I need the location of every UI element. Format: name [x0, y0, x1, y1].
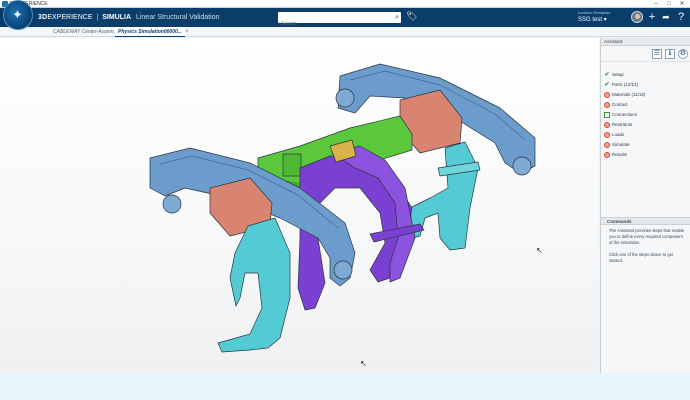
step-label: Simulate — [612, 142, 630, 147]
step-restraints[interactable]: Restraints — [601, 120, 690, 130]
close-window-button[interactable]: ✕ — [677, 0, 687, 8]
pulley-back-left — [335, 88, 355, 108]
step-label: Materials (11/12) — [612, 92, 646, 97]
warning-icon — [604, 102, 610, 108]
user-info[interactable]: Lorenzo Pomposo SSG test ▾ — [578, 10, 628, 23]
check-icon: ✔ — [604, 82, 610, 88]
step-label: Contact — [612, 102, 628, 107]
user-name: Lorenzo Pomposo — [578, 10, 611, 15]
brand-separator: | — [96, 14, 99, 21]
app-brand: 3DEXPERIENCE | SIMULIA Linear Structural… — [38, 8, 219, 27]
pulley-front-right — [333, 260, 353, 280]
pulley-back-right — [512, 156, 532, 176]
os-titlebar: 3DEXPERIENCE – □ ✕ — [0, 0, 690, 8]
tabs-bar: CABLEWAY Center-Assem... Physics Simulat… — [0, 27, 690, 37]
brand-experience: EXPERIENCE — [47, 14, 93, 21]
warning-icon — [604, 142, 610, 148]
info-icon[interactable]: ℹ — [665, 49, 675, 59]
step-contact[interactable]: Contact — [601, 100, 690, 110]
tab-cableway-assembly[interactable]: CABLEWAY Center-Assem... — [50, 27, 121, 37]
step-setup[interactable]: ✔ Setup — [601, 70, 690, 80]
step-results[interactable]: Results — [601, 150, 690, 160]
step-label: Connections — [612, 112, 638, 117]
step-label: Restraints — [612, 122, 633, 127]
maximize-button[interactable]: □ — [664, 0, 674, 8]
step-materials[interactable]: Materials (11/12) — [601, 90, 690, 100]
compass-mark-icon: ✦ — [12, 7, 23, 22]
commands-text: The Assistant provides steps that enable… — [609, 228, 687, 270]
brand-3d: 3D — [38, 14, 48, 21]
pulley-front-left — [162, 194, 182, 214]
tab-physics-simulation[interactable]: Physics Simulation00000... — [115, 27, 185, 37]
tag-icon[interactable]: 🏷︎ — [406, 11, 417, 22]
3d-viewport[interactable]: ↖ ↖ — [0, 38, 599, 373]
add-icon[interactable]: + — [646, 9, 658, 26]
step-connections[interactable]: Connections — [601, 110, 690, 120]
minimize-button[interactable]: – — [651, 0, 661, 8]
tab-close-icon[interactable]: × — [185, 27, 189, 37]
step-simulate[interactable]: Simulate — [601, 140, 690, 150]
brand-app: SIMULIA — [102, 14, 131, 21]
warning-icon — [604, 132, 610, 138]
cyan-leg-back — [409, 141, 479, 251]
avatar[interactable] — [631, 11, 643, 23]
warning-icon — [604, 152, 610, 158]
check-icon: ✔ — [604, 72, 610, 78]
compass-icon[interactable]: ✦ — [3, 0, 33, 30]
cursor-icon: ↖ — [360, 359, 367, 368]
warning-icon — [604, 122, 610, 128]
empty-square-icon — [604, 112, 610, 118]
collab-space-selector[interactable]: SSG test ▾ — [578, 16, 628, 23]
step-loads[interactable]: Loads — [601, 130, 690, 140]
panel-title: Assistant — [601, 38, 690, 46]
step-label: Setup — [612, 72, 624, 77]
commands-paragraph: The Assistant provides steps that enable… — [609, 228, 685, 245]
search-icon[interactable]: ⌕ — [395, 13, 399, 22]
warning-icon — [604, 92, 610, 98]
step-label: Parts (12/12) — [612, 82, 639, 87]
list-view-icon[interactable]: ☰ — [652, 49, 662, 59]
panel-toolbar: ☰ ℹ ⚙ — [601, 46, 690, 62]
step-label: Results — [612, 152, 628, 157]
step-label: Loads — [612, 132, 625, 137]
assistant-steps: ✔ Setup ✔ Parts (12/12) Materials (11/12) … — [601, 62, 690, 160]
commands-header: Commands — [601, 217, 690, 225]
settings-icon[interactable]: ⚙ — [678, 49, 688, 59]
cursor-icon: ↖ — [536, 246, 543, 255]
cyan-leg-front — [217, 217, 291, 353]
step-parts[interactable]: ✔ Parts (12/12) — [601, 80, 690, 90]
cableway-model — [149, 63, 536, 353]
help-icon[interactable]: ? — [675, 9, 687, 26]
bottom-strip — [0, 373, 690, 400]
assistant-panel: Assistant ☰ ℹ ⚙ ✔ Setup ✔ Parts (12/12) Ma… — [600, 38, 690, 373]
app-subtitle: Linear Structural Validation — [135, 14, 220, 21]
app-topbar: 3DEXPERIENCE | SIMULIA Linear Structural… — [0, 8, 690, 30]
search-box[interactable]: ⌕ — [278, 12, 401, 30]
commands-paragraph: Click one of the steps above to get star… — [609, 252, 674, 263]
share-icon[interactable]: ➦ — [660, 9, 672, 26]
